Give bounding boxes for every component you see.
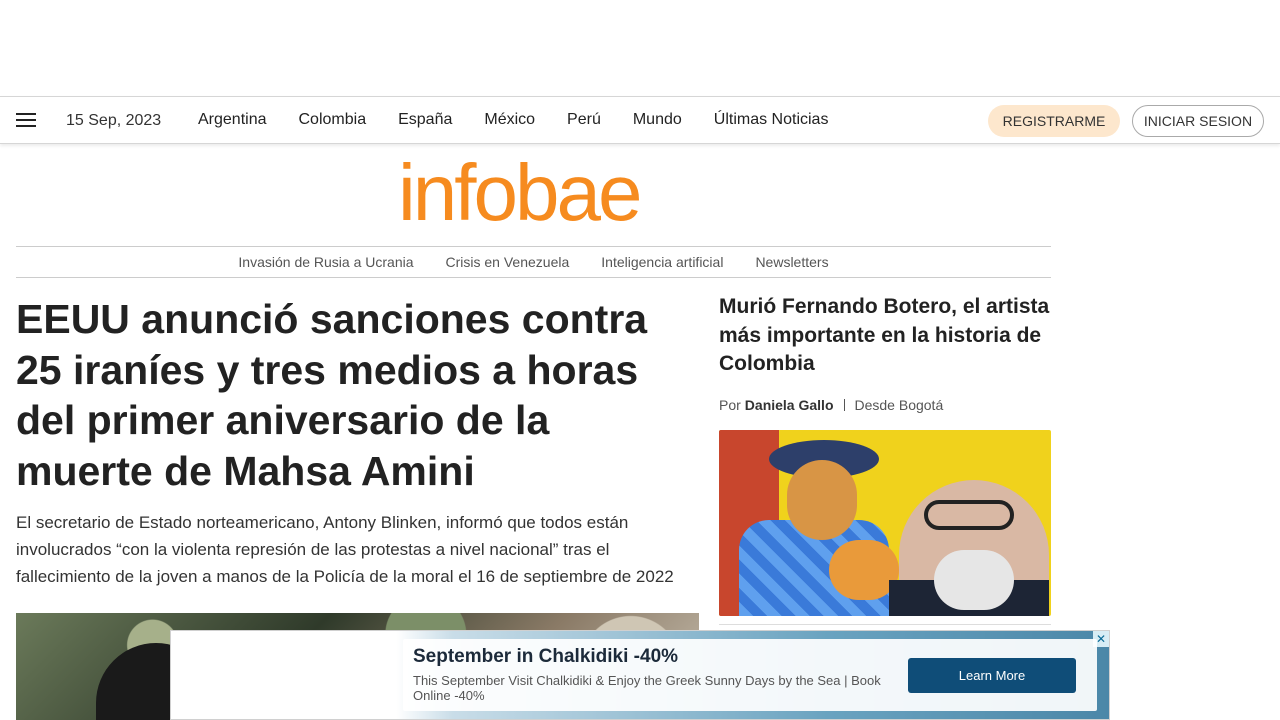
top-ad-slot — [0, 0, 1280, 96]
byline-location: Desde Bogotá — [854, 397, 944, 413]
top-navigation-bar: 15 Sep, 2023 Argentina Colombia España M… — [0, 96, 1280, 144]
nav-link-argentina[interactable]: Argentina — [198, 111, 267, 129]
ad-text: This September Visit Chalkidiki & Enjoy … — [413, 673, 881, 703]
nav-link-peru[interactable]: Perú — [567, 111, 601, 129]
country-nav: Argentina Colombia España México Perú Mu… — [198, 111, 828, 129]
side-divider — [719, 624, 1051, 625]
nav-link-mundo[interactable]: Mundo — [633, 111, 682, 129]
topic-link-rusia-ucrania[interactable]: Invasión de Rusia a Ucrania — [238, 254, 413, 270]
side-story-image[interactable] — [719, 430, 1051, 616]
topic-link-newsletters[interactable]: Newsletters — [755, 254, 828, 270]
nav-link-colombia[interactable]: Colombia — [299, 111, 367, 129]
topic-link-venezuela[interactable]: Crisis en Venezuela — [446, 254, 570, 270]
side-byline: Por Daniela Gallo Desde Bogotá — [719, 397, 943, 413]
byline-prefix: Por — [719, 397, 741, 413]
login-button[interactable]: INICIAR SESION — [1132, 105, 1264, 137]
side-headline[interactable]: Murió Fernando Botero, el artista más im… — [719, 293, 1051, 379]
current-date: 15 Sep, 2023 — [66, 112, 162, 129]
infobae-logo[interactable]: infobae — [398, 152, 668, 234]
ad-title[interactable]: September in Chalkidiki -40% — [413, 646, 678, 668]
main-headline[interactable]: EEUU anunció sanciones contra 25 iraníes… — [16, 294, 696, 496]
byline-separator — [843, 399, 845, 411]
nav-link-mexico[interactable]: México — [484, 111, 535, 129]
main-lede: El secretario de Estado norteamericano, … — [16, 513, 674, 586]
ad-learn-more-button[interactable]: Learn More — [908, 658, 1076, 693]
topics-subnav: Invasión de Rusia a Ucrania Crisis en Ve… — [16, 246, 1051, 278]
nav-link-espana[interactable]: España — [398, 111, 452, 129]
bottom-ad-banner[interactable]: ✕ September in Chalkidiki -40% This Sept… — [170, 630, 1110, 720]
nav-link-ultimas-noticias[interactable]: Últimas Noticias — [714, 111, 829, 129]
topic-link-ia[interactable]: Inteligencia artificial — [601, 254, 723, 270]
menu-icon[interactable] — [16, 113, 36, 127]
register-button[interactable]: REGISTRARME — [988, 105, 1120, 137]
byline-author[interactable]: Daniela Gallo — [745, 397, 834, 413]
